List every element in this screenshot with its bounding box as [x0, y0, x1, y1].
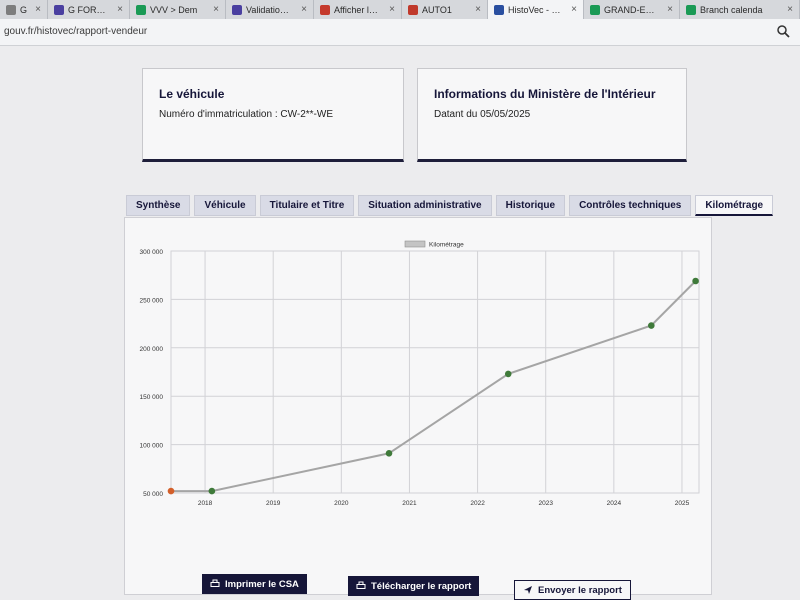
data-point [692, 277, 699, 285]
page-content: Le véhicule Numéro d'immatriculation : C… [0, 46, 800, 600]
x-tick-label: 2018 [198, 500, 213, 507]
url-text[interactable]: gouv.fr/histovec/rapport-vendeur [4, 26, 147, 37]
browser-tab-strip: Group×G FORM Contr×VVV > Dem×Validations… [0, 0, 800, 19]
tab-close-icon[interactable]: × [113, 4, 123, 15]
tab-title: HistoVec - Rap [508, 4, 564, 15]
browser-tab[interactable]: HistoVec - Rap × [488, 0, 584, 19]
tab-favicon-icon [6, 4, 16, 15]
tab-favicon-icon [320, 4, 330, 15]
tab-title: AUTO1 [422, 4, 452, 15]
tab-close-icon[interactable]: × [471, 4, 481, 15]
ministry-data-date: Datant du 05/05/2025 [434, 109, 531, 120]
browser-tab[interactable]: Afficher le véh × [314, 0, 402, 19]
tab-historique[interactable]: Historique [495, 195, 566, 216]
ministry-card-title: Informations du Ministère de l'Intérieur [434, 87, 656, 101]
tab-close-icon[interactable]: × [209, 4, 219, 15]
download-report-button[interactable]: Télécharger le rapport [348, 576, 480, 596]
data-point [385, 450, 393, 457]
browser-tab[interactable]: GRAND-EST - × [584, 0, 680, 19]
x-tick-label: 2020 [334, 500, 349, 507]
tab-kilom-trage[interactable]: Kilométrage [695, 195, 774, 216]
tab-close-icon[interactable]: × [385, 4, 395, 15]
tab-title: Branch calenda [700, 4, 763, 15]
browser-tab[interactable]: Branch calenda × [680, 0, 800, 19]
tab-situation-administrative[interactable]: Situation administrative [358, 195, 492, 216]
data-point [648, 322, 655, 329]
tab-v-hicule[interactable]: Véhicule [194, 195, 256, 216]
ministry-card: Informations du Ministère de l'Intérieur… [417, 68, 687, 162]
send-report-button[interactable]: Envoyer le rapport [514, 580, 631, 600]
printer-icon [356, 581, 366, 589]
print-csa-label: Imprimer le CSA [225, 578, 299, 590]
browser-tab[interactable]: Validations Qu × [226, 0, 314, 19]
registration-number: Numéro d'immatriculation : CW-2**-WE [159, 109, 333, 120]
tab-close-icon[interactable]: × [663, 4, 673, 15]
y-tick-label: 50 000 [143, 491, 163, 498]
x-tick-label: 2022 [470, 500, 485, 507]
tab-synth-se[interactable]: Synthèse [126, 195, 191, 216]
tab-title: G FORM Contr [68, 4, 109, 15]
legend-label: Kilométrage [429, 242, 464, 249]
y-tick-label: 250 000 [140, 297, 164, 304]
x-tick-label: 2025 [675, 500, 690, 507]
data-point [208, 487, 216, 495]
tab-favicon-icon [494, 4, 504, 15]
vehicle-card: Le véhicule Numéro d'immatriculation : C… [142, 68, 404, 162]
tab-favicon-icon [408, 4, 418, 15]
send-icon [524, 586, 532, 594]
x-tick-label: 2024 [607, 500, 622, 507]
tab-contr-les-techniques[interactable]: Contrôles techniques [569, 195, 692, 216]
send-report-label: Envoyer le rapport [538, 584, 622, 596]
tab-favicon-icon [686, 4, 696, 15]
tab-close-icon[interactable]: × [31, 4, 41, 15]
mileage-chart-panel: 50 000 100 000 150 000 200 000 250 000 300 00… [124, 217, 712, 595]
tab-favicon-icon [54, 4, 64, 15]
report-tabs: Synthèse Véhicule Titulaire et Titre Situat… [126, 195, 774, 217]
tab-favicon-icon [590, 4, 600, 15]
tab-favicon-icon [232, 4, 242, 15]
browser-tab[interactable]: Group× [0, 0, 48, 19]
y-tick-label: 200 000 [140, 346, 164, 353]
browser-tab[interactable]: AUTO1 × [402, 0, 488, 19]
x-tick-label: 2023 [538, 500, 553, 507]
browser-tab[interactable]: VVV > Dem × [130, 0, 226, 19]
print-csa-button[interactable]: Imprimer le CSA [202, 574, 307, 594]
y-tick-label: 100 000 [140, 443, 164, 450]
tab-title: Validations Qu [246, 4, 293, 15]
data-point [167, 487, 175, 495]
legend-swatch [404, 240, 426, 248]
plot-area [170, 250, 700, 494]
tab-title: GRAND-EST - [604, 4, 660, 15]
tab-titulaire-et-titre[interactable]: Titulaire et Titre [259, 195, 355, 216]
data-point [504, 370, 512, 378]
tab-title: VVV > Dem [150, 4, 198, 15]
vehicle-card-title: Le véhicule [159, 87, 225, 101]
tab-favicon-icon [136, 4, 146, 15]
download-report-label: Télécharger le rapport [371, 580, 472, 592]
mileage-chart: 50 000 100 000 150 000 200 000 250 000 300 00… [140, 240, 700, 507]
tab-close-icon[interactable]: × [783, 4, 793, 15]
x-tick-label: 2019 [266, 500, 281, 507]
browser-tab[interactable]: G FORM Contr × [48, 0, 130, 19]
zoom-icon[interactable] [776, 24, 790, 38]
x-tick-label: 2021 [402, 500, 417, 507]
y-tick-label: 150 000 [140, 394, 164, 401]
address-bar[interactable]: gouv.fr/histovec/rapport-vendeur [0, 19, 800, 46]
y-tick-label: 300 000 [140, 249, 164, 256]
tab-close-icon[interactable]: × [297, 4, 307, 15]
tab-title: Afficher le véh [334, 4, 381, 15]
printer-icon [210, 579, 220, 587]
tab-title: Group [20, 4, 28, 15]
tab-close-icon[interactable]: × [567, 4, 577, 15]
